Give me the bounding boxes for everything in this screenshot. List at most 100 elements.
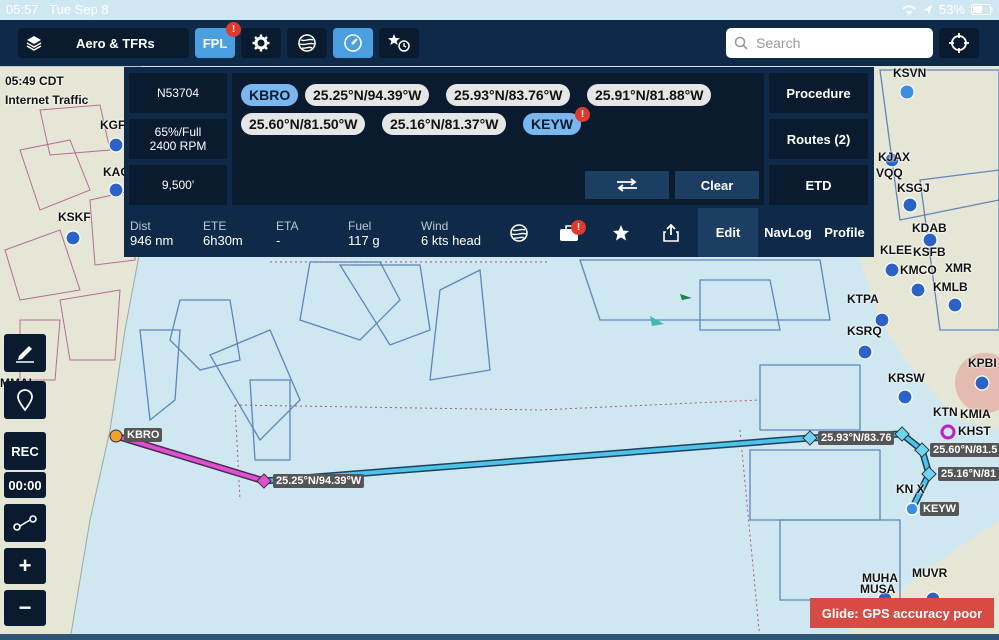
stat-value: 6h30m bbox=[203, 233, 243, 248]
map-airport-label[interactable]: KMCO bbox=[900, 263, 937, 277]
layers-label: Aero & TFRs bbox=[76, 35, 155, 51]
map-airport-label[interactable]: XMR bbox=[945, 261, 972, 275]
route-label-kbro[interactable]: KBRO bbox=[124, 428, 163, 442]
favorite-route-button[interactable] bbox=[601, 208, 641, 257]
waypoint-chip[interactable]: 25.93°N/83.76°W bbox=[446, 84, 571, 106]
tab-navlog[interactable]: NavLog bbox=[758, 208, 818, 257]
map-airport-label[interactable]: KSFB bbox=[913, 245, 946, 259]
map-airport-label[interactable]: KPBI bbox=[968, 356, 997, 370]
layers-button[interactable]: Aero & TFRs bbox=[18, 28, 189, 58]
stat-ete: ETE 6h30m bbox=[203, 219, 243, 248]
minus-icon: − bbox=[18, 595, 32, 620]
waypoint-chip[interactable]: KBRO bbox=[241, 84, 299, 106]
route-tool-button[interactable] bbox=[4, 504, 46, 542]
routes-label: Routes (2) bbox=[786, 131, 851, 147]
swap-arrows-icon bbox=[617, 178, 637, 192]
record-button[interactable]: REC bbox=[4, 432, 46, 470]
map-airport-label[interactable]: KMLB bbox=[933, 280, 968, 294]
altitude-button[interactable]: 9,500' bbox=[129, 165, 227, 205]
fpl-button[interactable]: FPL ! bbox=[195, 22, 241, 58]
waypoint-chip[interactable]: 25.25°N/94.39°W bbox=[305, 84, 430, 106]
favorites-recent-button[interactable] bbox=[379, 28, 419, 58]
stat-label: ETA bbox=[276, 219, 299, 233]
map-airport-label[interactable]: VQQ bbox=[876, 166, 903, 180]
routes-button[interactable]: Routes (2) bbox=[769, 119, 868, 159]
status-bar: 05:57 Tue Sep 8 53% bbox=[0, 0, 999, 20]
zoom-out-button[interactable]: − bbox=[4, 590, 46, 626]
tab-profile-label: Profile bbox=[824, 225, 865, 240]
map-airport-label[interactable]: KTN bbox=[933, 405, 958, 419]
aircraft-button[interactable]: N53704 bbox=[129, 73, 227, 113]
glide-alert-banner[interactable]: Glide: GPS accuracy poor bbox=[810, 598, 994, 628]
waypoint-chip[interactable]: 25.60°N/81.50°W bbox=[241, 113, 366, 135]
route-label-wpt1[interactable]: 25.25°N/94.39°W bbox=[273, 474, 365, 488]
tab-profile[interactable]: Profile bbox=[815, 208, 874, 257]
globe-icon bbox=[510, 223, 528, 242]
flight-plan-panel: N53704 65%/Full 2400 RPM 9,500' KBRO 25.… bbox=[124, 67, 874, 257]
route-line-icon bbox=[13, 515, 37, 531]
stat-label: ETE bbox=[203, 219, 227, 233]
aircraft-tail: N53704 bbox=[156, 86, 200, 100]
map-airport-label[interactable]: KGF bbox=[100, 118, 125, 132]
tools-alert-badge: ! bbox=[571, 220, 586, 235]
weather-imagery-button[interactable] bbox=[287, 28, 327, 58]
procedure-button[interactable]: Procedure bbox=[769, 73, 868, 113]
stat-eta: ETA - bbox=[276, 219, 298, 248]
globe-icon bbox=[298, 34, 316, 52]
clear-route-button[interactable]: Clear bbox=[675, 171, 759, 199]
map-airport-label[interactable]: KHST bbox=[958, 424, 991, 438]
map-pin-icon bbox=[17, 389, 33, 411]
map-airport-label[interactable]: KTPA bbox=[847, 292, 879, 306]
map-airport-label[interactable]: KSRQ bbox=[847, 324, 882, 338]
map-pin-button[interactable] bbox=[4, 381, 46, 419]
battery-percent: 53% bbox=[938, 2, 965, 17]
instruments-button[interactable] bbox=[333, 28, 373, 58]
power-setting-button[interactable]: 65%/Full 2400 RPM bbox=[129, 119, 227, 159]
reverse-route-button[interactable] bbox=[585, 171, 669, 199]
zoom-in-button[interactable]: + bbox=[4, 548, 46, 584]
map-airport-label[interactable]: KMIA bbox=[960, 407, 991, 421]
route-label-keyw[interactable]: KEYW bbox=[920, 502, 959, 516]
record-label: REC bbox=[11, 443, 39, 459]
map-airport-label[interactable]: KJAX bbox=[878, 150, 910, 164]
battery-icon bbox=[971, 4, 993, 15]
stat-label: Fuel bbox=[348, 219, 372, 233]
map-airport-label[interactable]: KSVN bbox=[893, 66, 926, 80]
route-label-wpt2[interactable]: 25.93°N/83.76 bbox=[818, 431, 895, 445]
waypoint-chip[interactable]: 25.91°N/81.88°W bbox=[587, 84, 712, 106]
weather-route-button[interactable] bbox=[499, 208, 539, 257]
map-airport-label[interactable]: MUSA bbox=[860, 582, 895, 596]
keyw-alert-badge: ! bbox=[575, 107, 590, 122]
stat-value: 946 nm bbox=[130, 233, 174, 248]
map-airport-label[interactable]: KRSW bbox=[888, 371, 925, 385]
search-input[interactable] bbox=[754, 34, 928, 52]
map-airport-label[interactable]: KSGJ bbox=[897, 181, 930, 195]
procedure-label: Procedure bbox=[786, 85, 851, 101]
map-airport-label[interactable]: KDAB bbox=[912, 221, 947, 235]
pencil-icon bbox=[16, 346, 34, 363]
map-airport-label[interactable]: KSKF bbox=[58, 210, 91, 224]
route-label-wpt4[interactable]: 25.60°N/81.5 bbox=[930, 443, 999, 457]
annotate-button[interactable] bbox=[4, 334, 46, 372]
etd-button[interactable]: ETD bbox=[769, 165, 868, 205]
track-up-button[interactable] bbox=[939, 28, 979, 58]
map-airport-label[interactable]: KLEE bbox=[880, 243, 912, 257]
waypoint-chip[interactable]: 25.16°N/81.37°W bbox=[382, 113, 507, 135]
search-box[interactable] bbox=[726, 28, 933, 58]
wifi-icon bbox=[902, 4, 916, 15]
map-airport-label[interactable]: KN X bbox=[896, 482, 925, 496]
gauge-icon bbox=[344, 34, 362, 52]
stat-fuel: Fuel 117 g bbox=[348, 219, 380, 248]
tab-edit[interactable]: Edit bbox=[698, 208, 758, 257]
timer-value: 00:00 bbox=[8, 477, 42, 493]
map-airport-label[interactable]: MUVR bbox=[912, 566, 947, 580]
settings-button[interactable] bbox=[241, 28, 281, 58]
stat-distance: Dist 946 nm bbox=[130, 219, 173, 248]
top-toolbar: Aero & TFRs FPL ! bbox=[0, 20, 999, 66]
route-label-wpt5[interactable]: 25.16°N/81 bbox=[938, 467, 999, 481]
waypoint-chip[interactable]: KEYW bbox=[523, 113, 581, 135]
star-icon bbox=[613, 224, 629, 240]
flight-tools-button[interactable]: ! bbox=[549, 208, 589, 257]
share-route-button[interactable] bbox=[651, 208, 691, 257]
cruise-altitude: 9,500' bbox=[161, 178, 195, 192]
